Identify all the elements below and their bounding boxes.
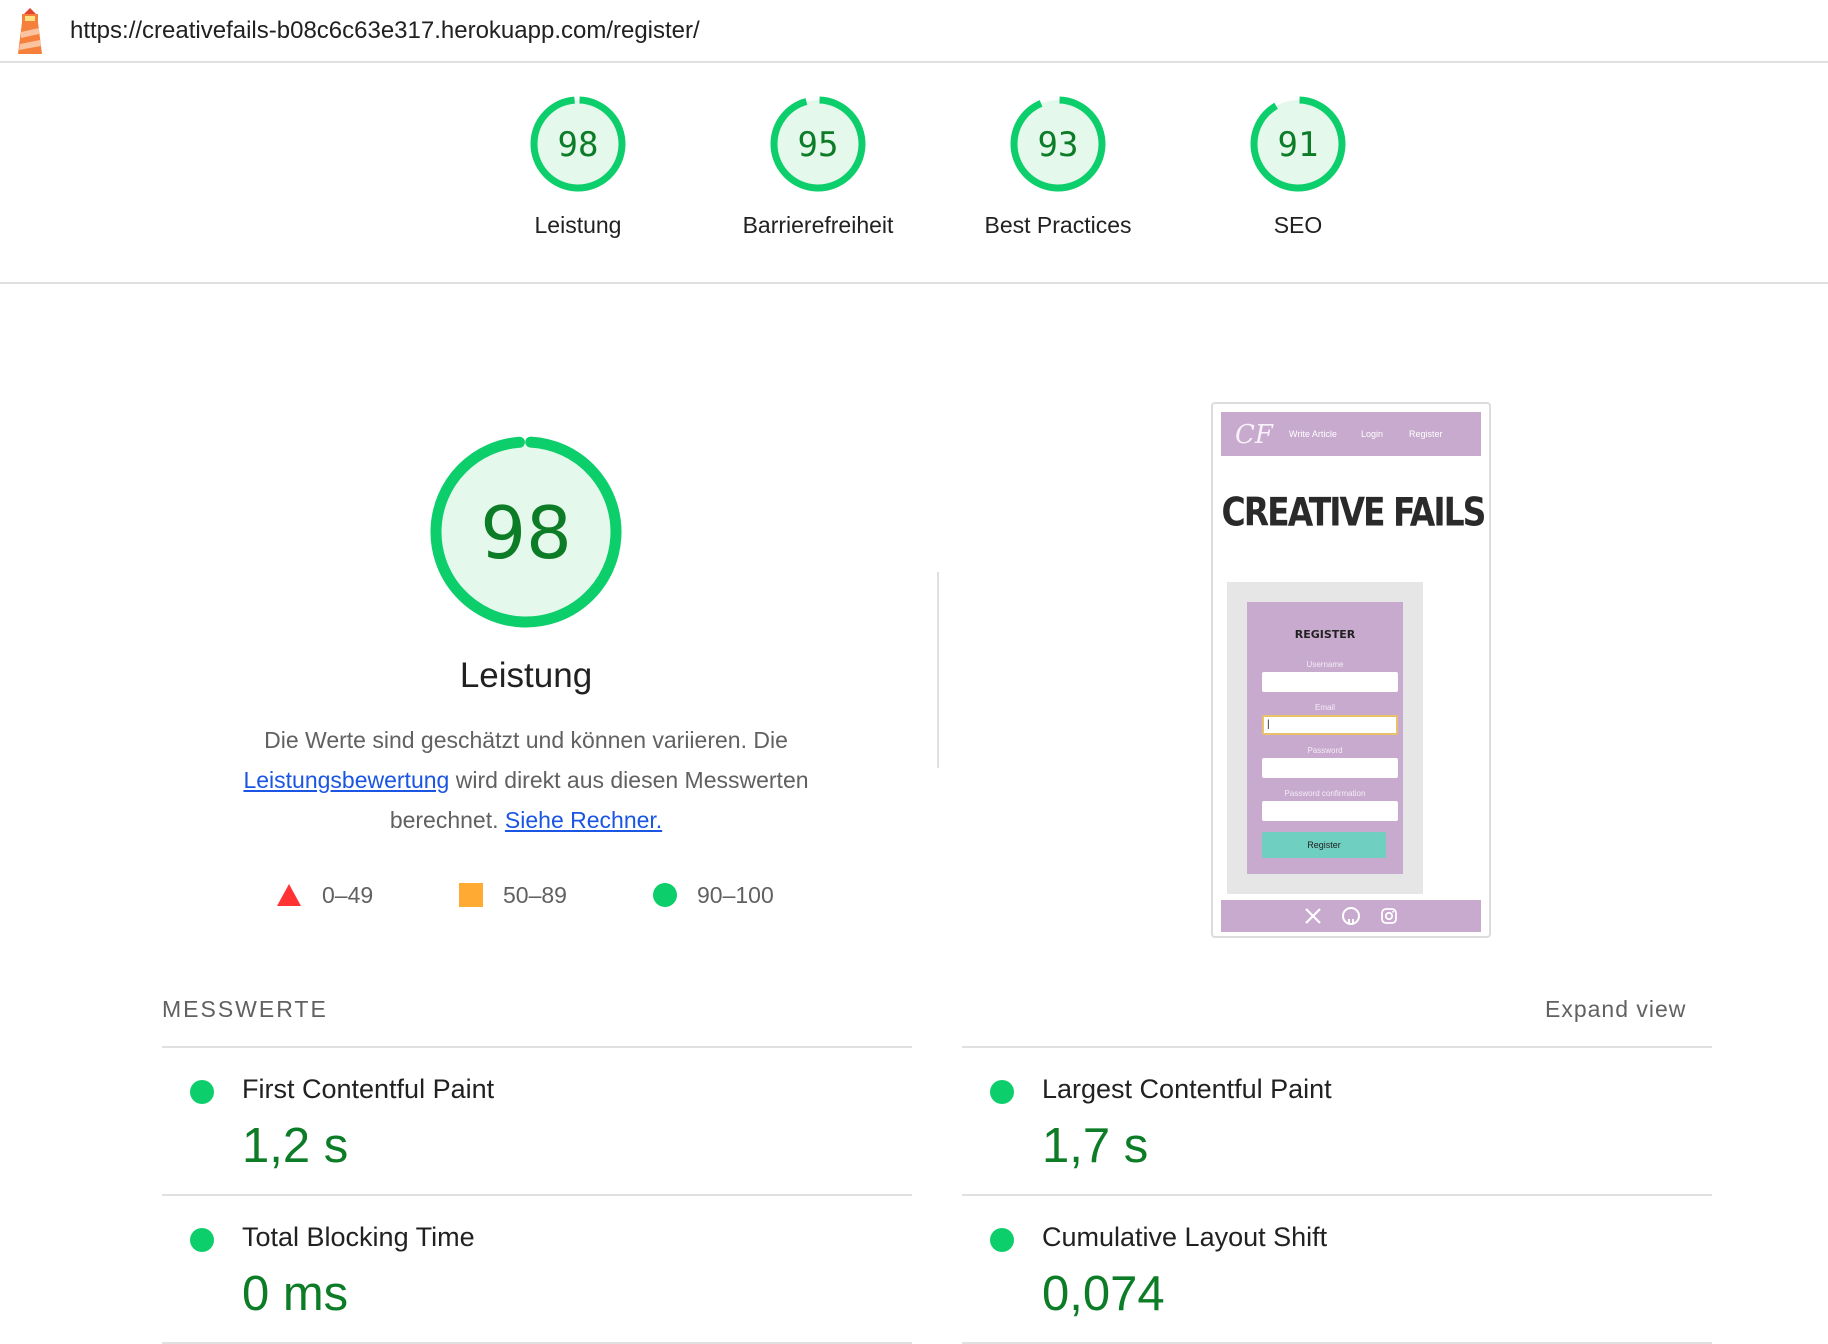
metrics-section-title: MESSWERTE — [162, 996, 328, 1022]
metric-fcp: First Contentful Paint 1,2 s — [162, 1048, 912, 1194]
thumb-logo: CF — [1235, 420, 1273, 450]
thumb-navbar: CF Write Article Login Register — [1221, 412, 1481, 456]
performance-title: Leistung — [459, 656, 593, 695]
thumb-field-label: Username — [1306, 660, 1344, 669]
pass-status-icon — [990, 1228, 1014, 1252]
calculator-link[interactable]: Siehe Rechner. — [505, 807, 662, 833]
page-url[interactable]: https://creativefails-b08c6c63e317.herok… — [70, 17, 700, 45]
metric-value: 0 ms — [242, 1267, 349, 1321]
legend-range: 50–89 — [503, 881, 567, 908]
square-icon — [459, 883, 483, 907]
thumb-email-input: | — [1262, 715, 1398, 735]
thumb-register-form: REGISTER Username Email | Password Passw… — [1247, 602, 1403, 874]
metric-name: First Contentful Paint — [242, 1074, 495, 1104]
legend-range: 90–100 — [697, 881, 774, 908]
pass-status-icon — [190, 1228, 214, 1252]
thumb-form-card: REGISTER Username Email | Password Passw… — [1227, 582, 1423, 894]
gauge-accessibility[interactable]: 95 Barrierefreiheit — [708, 94, 928, 239]
metric-cls: Cumulative Layout Shift 0,074 — [962, 1196, 1712, 1342]
metric-value: 1,2 s — [242, 1119, 349, 1173]
desc-text: Die Werte sind geschätzt und können vari… — [264, 727, 788, 753]
performance-score-link[interactable]: Leistungsbewertung — [243, 767, 449, 793]
legend-pass: 90–100 — [653, 880, 774, 910]
triangle-icon — [277, 884, 301, 906]
metric-value: 1,7 s — [1042, 1119, 1149, 1173]
gauge-score: 91 — [1278, 125, 1319, 165]
score-gauge-icon: 95 — [770, 96, 866, 192]
thumb-nav-link: Write Article — [1289, 429, 1337, 439]
metric-name: Cumulative Layout Shift — [1042, 1222, 1328, 1252]
metric-lcp: Largest Contentful Paint 1,7 s — [962, 1048, 1712, 1194]
performance-score: 98 — [480, 491, 572, 575]
gauge-label: Leistung — [534, 212, 622, 238]
circle-icon — [653, 883, 677, 907]
gauge-performance[interactable]: 98 Leistung — [468, 94, 688, 239]
thumb-register-button: Register — [1262, 832, 1386, 858]
gauge-seo[interactable]: 91 SEO — [1188, 94, 1408, 239]
pass-status-icon — [190, 1080, 214, 1104]
legend-average: 50–89 — [459, 880, 567, 910]
score-gauge-icon: 98 — [530, 96, 626, 192]
page-screenshot-thumbnail[interactable]: CF Write Article Login Register CREATIVE… — [1211, 402, 1491, 938]
expand-view-button[interactable]: Expand view — [1545, 996, 1686, 1023]
legend-range: 0–49 — [322, 881, 374, 908]
metric-name: Total Blocking Time — [242, 1222, 475, 1252]
score-gauge-icon: 93 — [1010, 96, 1106, 192]
metric-value: 0,074 — [1042, 1267, 1165, 1321]
lighthouse-icon — [18, 8, 42, 54]
gauge-score: 98 — [558, 125, 599, 165]
github-icon — [1342, 907, 1360, 925]
metric-name: Largest Contentful Paint — [1042, 1074, 1332, 1104]
x-icon — [1305, 908, 1321, 924]
metric-tbt: Total Blocking Time 0 ms — [162, 1196, 912, 1342]
gauge-score: 93 — [1038, 125, 1079, 165]
thumb-field-label: Password — [1307, 746, 1343, 755]
thumb-nav-link: Login — [1361, 429, 1384, 439]
thumb-footer — [1221, 900, 1481, 932]
divider — [937, 572, 939, 768]
gauge-score: 95 — [798, 125, 839, 165]
thumb-password-confirm-input — [1262, 801, 1398, 821]
thumb-password-input — [1262, 758, 1398, 778]
thumb-username-input — [1262, 672, 1398, 692]
gauge-label: Barrierefreiheit — [742, 212, 894, 238]
thumb-field-label: Password confirmation — [1284, 789, 1366, 798]
pass-status-icon — [990, 1080, 1014, 1104]
gauge-label: SEO — [1273, 212, 1323, 238]
gauge-label: Best Practices — [984, 212, 1132, 238]
thumb-hero-title: CREATIVE FAILS — [1221, 488, 1487, 535]
performance-description: Die Werte sind geschätzt und können vari… — [216, 720, 836, 840]
url-bar: https://creativefails-b08c6c63e317.herok… — [0, 0, 1828, 63]
thumb-form-title: REGISTER — [1294, 628, 1356, 641]
category-gauges: 98 Leistung 95 Barrierefreiheit 93 Best … — [0, 64, 1828, 284]
score-gauge-icon: 98 — [430, 436, 622, 628]
performance-gauge: 98 — [426, 432, 626, 632]
thumb-nav-link: Register — [1409, 429, 1443, 439]
instagram-icon — [1381, 908, 1397, 924]
legend-fail: 0–49 — [276, 880, 373, 910]
score-gauge-icon: 91 — [1250, 96, 1346, 192]
thumb-field-label: Email — [1314, 703, 1335, 712]
gauge-best-practices[interactable]: 93 Best Practices — [948, 94, 1168, 239]
